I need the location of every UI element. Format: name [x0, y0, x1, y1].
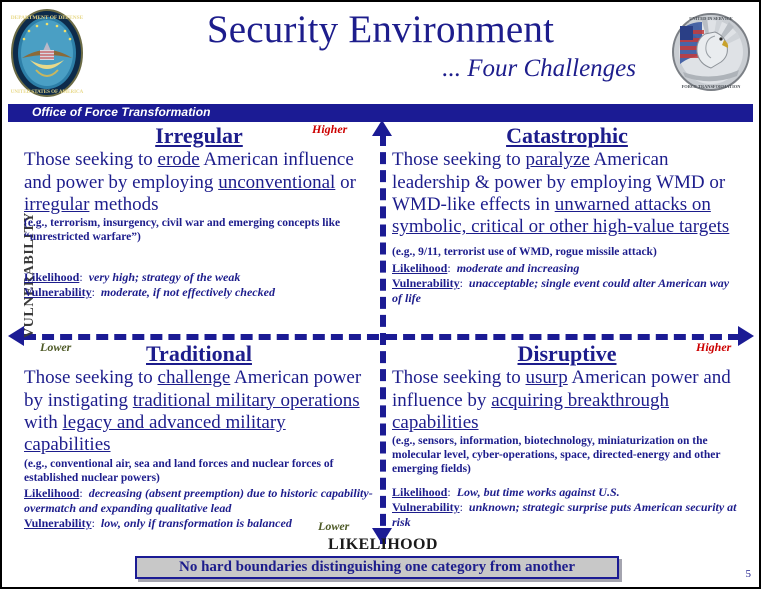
- four-challenges-matrix: Higher Lower Lower Higher VULNERABILITY …: [2, 120, 759, 553]
- quadrant-disruptive-example: (e.g., sensors, information, biotechnolo…: [392, 435, 721, 476]
- footer-note-text: No hard boundaries distinguishing one ca…: [178, 559, 575, 575]
- quadrant-traditional: Traditional Those seeking to challenge A…: [24, 341, 374, 542]
- title-block: Security Environment ... Four Challenges: [97, 8, 664, 83]
- vulnerability-key: Vulnerability: [24, 515, 92, 530]
- vulnerability-key: Vulnerability: [392, 276, 460, 291]
- page-title: Security Environment: [206, 8, 555, 51]
- quadrant-catastrophic-description: Those seeking to paralyze American leade…: [392, 149, 730, 258]
- quadrant-traditional-example: (e.g., conventional air, sea and land fo…: [24, 457, 334, 484]
- slide-canvas: DEPARTMENT OF DEFENSE UNITED STATES OF A…: [0, 0, 761, 589]
- quadrant-traditional-title: Traditional: [146, 341, 252, 366]
- svg-text:FORCE TRANSFORMATION: FORCE TRANSFORMATION: [682, 84, 742, 89]
- quadrant-irregular-vulnerability: Vulnerability: moderate, if not effectiv…: [24, 285, 275, 300]
- svg-text:UNITED STATES OF AMERICA: UNITED STATES OF AMERICA: [11, 90, 84, 95]
- footer-note-box: No hard boundaries distinguishing one ca…: [135, 556, 619, 579]
- likelihood-value: very high; strategy of the weak: [88, 270, 241, 285]
- likelihood-value: moderate and increasing: [456, 261, 580, 276]
- vulnerability-key: Vulnerability: [392, 500, 460, 515]
- svg-text:DEPARTMENT OF DEFENSE: DEPARTMENT OF DEFENSE: [11, 15, 84, 21]
- quadrant-traditional-likelihood: Likelihood: decreasing (absent preemptio…: [24, 485, 373, 515]
- quadrant-traditional-vulnerability: Vulnerability: low, only if transformati…: [24, 515, 292, 530]
- likelihood-key: Likelihood: [24, 485, 80, 500]
- quadrant-catastrophic-title: Catastrophic: [506, 123, 628, 148]
- quadrant-irregular-likelihood: Likelihood: very high; strategy of the w…: [24, 270, 241, 285]
- vulnerability-key: Vulnerability: [24, 285, 92, 300]
- likelihood-key: Likelihood: [392, 485, 448, 500]
- page-subtitle: ... Four Challenges: [442, 54, 636, 82]
- axis-arrow-up-icon: [372, 120, 392, 136]
- quadrant-catastrophic-example: (e.g., 9/11, terrorist use of WMD, rogue…: [392, 245, 657, 258]
- likelihood-value: Low, but time works against U.S.: [456, 485, 620, 500]
- likelihood-key: Likelihood: [392, 261, 448, 276]
- likelihood-axis-line: [24, 334, 740, 340]
- svg-text:UNITED IN SERVICE: UNITED IN SERVICE: [689, 16, 733, 21]
- dod-seal: DEPARTMENT OF DEFENSE UNITED STATES OF A…: [11, 9, 84, 97]
- quadrant-traditional-description: Those seeking to challenge American powe…: [24, 367, 362, 456]
- vulnerability-value: low, only if transformation is balanced: [100, 515, 292, 530]
- office-of-force-transformation-seal: UNITED IN SERVICE FORCE TRANSFORMATION: [672, 13, 750, 91]
- quadrant-disruptive: Disruptive Those seeking to usurp Americ…: [392, 341, 742, 542]
- quadrant-disruptive-title: Disruptive: [517, 341, 617, 366]
- office-banner-label: Office of Force Transformation: [32, 105, 211, 119]
- quadrant-disruptive-description: Those seeking to usurp American power an…: [392, 367, 731, 433]
- likelihood-key: Likelihood: [24, 270, 80, 285]
- quadrant-disruptive-likelihood: Likelihood: Low, but time works against …: [392, 485, 620, 500]
- quadrant-catastrophic-likelihood: Likelihood: moderate and increasing: [392, 261, 580, 276]
- quadrant-disruptive-vulnerability: Vulnerability: unknown; strategic surpri…: [392, 500, 737, 530]
- page-number: 5: [745, 568, 752, 580]
- quadrant-irregular-title: Irregular: [155, 123, 243, 148]
- vulnerability-value: moderate, if not effectively checked: [100, 285, 275, 300]
- quadrant-catastrophic: Catastrophic Those seeking to paralyze A…: [392, 123, 742, 329]
- quadrant-catastrophic-vulnerability: Vulnerability: unacceptable; single even…: [392, 276, 730, 306]
- quadrant-irregular-example: (e.g., terrorism, insurgency, civil war …: [24, 217, 341, 244]
- quadrant-irregular-description: Those seeking to erode American influenc…: [24, 149, 356, 215]
- slide-header: DEPARTMENT OF DEFENSE UNITED STATES OF A…: [2, 2, 759, 103]
- quadrant-irregular: Irregular Those seeking to erode America…: [24, 123, 374, 329]
